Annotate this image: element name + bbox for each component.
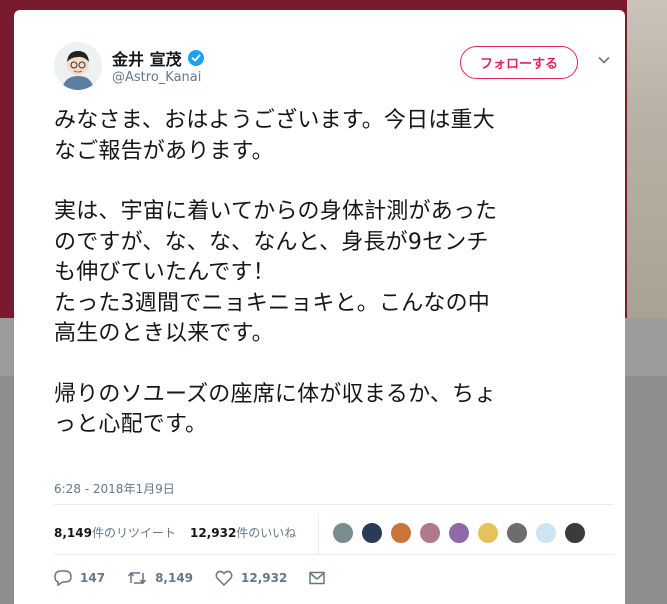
avatar[interactable] [54,42,102,90]
liker-avatar[interactable] [332,522,354,544]
tweet-stats: 8,149件のリツイート 12,932件のいいね [54,524,310,541]
direct-message-icon [309,571,326,585]
follow-button[interactable]: フォローする [460,46,578,79]
retweet-icon [127,571,147,585]
like-count: 12,932 [241,571,288,585]
tweet-line: 実は、宇宙に着いてからの身体計測があった [54,199,498,224]
liker-avatars [332,522,593,544]
tweet-modal: 金井 宣茂 @Astro_Kanai フォローする みなさま、おはようございます… [14,10,625,604]
like-stat-label: 件のいいね [236,526,297,540]
liker-avatar[interactable] [419,522,441,544]
divider [54,504,614,505]
tweet-line: のですが、な、な、なんと、身長が9センチ [54,229,489,255]
tweet-text: みなさま、おはようございます。今日は重大 なご報告があります。 実は、宇宙に着い… [54,106,614,441]
divider [54,554,614,555]
tweet-timestamp[interactable]: 6:28 - 2018年1月9日 [54,480,175,497]
tweet-actions: 147 8,149 12,932 [54,570,355,586]
liker-avatar[interactable] [448,522,470,544]
retweet-stat-label: 件のリツイート [91,526,176,540]
tweet-line: も伸びていたんです！ [54,260,275,285]
author-name[interactable]: 金井 宣茂 [112,46,182,70]
background-stripe [627,0,667,318]
reply-count: 147 [80,571,106,585]
reply-icon [54,570,72,586]
stats-separator [318,514,319,554]
author-handle[interactable]: @Astro_Kanai [112,70,201,85]
avatar-illustration [54,42,102,90]
liker-avatar[interactable] [564,522,586,544]
chevron-down-icon[interactable] [598,56,610,64]
tweet-line: みなさま、おはようございます。今日は重大 [54,108,495,133]
tweet-line: たった3週間でニョキニョキと。こんなの中 [54,290,490,316]
like-button[interactable]: 12,932 [215,570,287,586]
tweet-line: っと心配です。 [54,412,208,437]
retweet-stat[interactable]: 8,149件のリツイート [54,524,176,541]
retweet-button[interactable]: 8,149 [127,570,193,586]
verified-badge-icon [187,50,204,66]
liker-avatar[interactable] [477,522,499,544]
reply-button[interactable]: 147 [54,570,105,586]
liker-avatar[interactable] [390,522,412,544]
tweet-line: なご報告があります。 [54,138,274,164]
like-stat[interactable]: 12,932件のいいね [190,524,296,541]
retweet-count: 8,149 [155,571,194,585]
liker-avatar[interactable] [361,522,383,544]
direct-message-button[interactable] [309,571,333,585]
tweet-line: 高生のとき以来です。 [54,321,274,346]
retweet-stat-count: 8,149 [54,526,92,540]
author-name-row[interactable]: 金井 宣茂 [112,46,204,70]
liker-avatar[interactable] [506,522,528,544]
like-icon [215,570,233,586]
like-stat-count: 12,932 [189,526,237,540]
liker-avatar[interactable] [535,522,557,544]
tweet-line: 帰りのソユーズの座席に体が収まるか、ちょ [54,381,497,407]
